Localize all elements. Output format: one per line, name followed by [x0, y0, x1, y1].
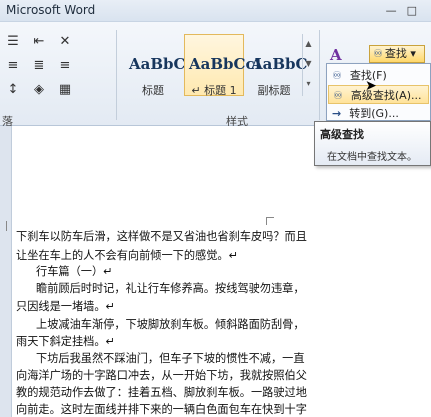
- vertical-ruler[interactable]: [0, 126, 12, 417]
- style-subtitle[interactable]: AaBbC 副标题: [246, 34, 307, 97]
- find-button-label: 查找: [384, 47, 407, 60]
- find-button[interactable]: ♾ 查找 ▾: [369, 45, 425, 63]
- tooltip-description: 在文档中查找文本。: [327, 152, 417, 163]
- shading-icon[interactable]: ◈: [30, 82, 48, 97]
- title-bar: Microsoft Word —□: [0, 0, 431, 22]
- margin-mark: [6, 221, 7, 231]
- align-left-icon[interactable]: ≡: [4, 58, 22, 73]
- binoculars-icon: ♾: [373, 47, 383, 60]
- maximize-icon[interactable]: □: [407, 4, 427, 17]
- doc-line[interactable]: 向前走。这时左面线并排下来的一辆白色面包车在快到十字: [16, 400, 426, 417]
- indent-icon[interactable]: ⇤: [30, 34, 48, 49]
- menu-item-label: 高级查找(A)...: [350, 89, 422, 102]
- binoculars-icon: ♾: [333, 89, 343, 102]
- tooltip-title: 高级查找: [320, 128, 364, 141]
- change-styles-icon[interactable]: A: [330, 46, 342, 64]
- list-icon[interactable]: ☰: [4, 34, 22, 49]
- style-name: 副标题: [257, 84, 291, 97]
- gallery-scroll[interactable]: ▲ ▼ ▾: [302, 34, 314, 96]
- line-spacing-icon[interactable]: ↕: [4, 82, 22, 97]
- margin-mark: [266, 217, 274, 218]
- doc-line[interactable]: 下刹车以防车后滑，这样做不是又省油也省刹车皮吗？而且: [16, 227, 426, 247]
- shading-toolbar-row: ↕ ◈ ▦: [4, 82, 82, 97]
- scroll-down-icon[interactable]: ▼: [303, 54, 314, 74]
- chevron-down-icon: ▾: [410, 47, 416, 60]
- group-divider: [116, 30, 117, 120]
- format-icon[interactable]: ✕: [56, 34, 74, 49]
- doc-line[interactable]: 只因线是一堵墙。↵: [16, 297, 426, 317]
- style-heading-1[interactable]: AaBbCcI ↵ 标题 1: [184, 34, 262, 97]
- style-name: ↵ 标题 1: [191, 84, 237, 97]
- minimize-icon[interactable]: —: [386, 4, 407, 17]
- tooltip: 高级查找 在文档中查找文本。: [314, 121, 431, 166]
- binoculars-icon: ♾: [332, 69, 342, 82]
- more-icon[interactable]: ▾: [303, 74, 314, 94]
- scroll-up-icon[interactable]: ▲: [303, 34, 314, 54]
- mouse-pointer-icon: ➤: [365, 78, 377, 94]
- find-dropdown-menu: ♾ 查找(F) ♾ 高级查找(A)... → 转到(G)...: [326, 63, 431, 121]
- style-sample: AaBbC: [251, 55, 308, 73]
- menu-item-label: 转到(G)...: [349, 107, 399, 120]
- menu-item-advanced-find[interactable]: ♾ 高级查找(A)...: [328, 85, 429, 104]
- arrow-icon: →: [332, 107, 342, 120]
- window-title: Microsoft Word: [6, 3, 96, 17]
- menu-item-find[interactable]: ♾ 查找(F): [328, 66, 429, 85]
- style-title[interactable]: AaBbC 标题: [124, 34, 186, 97]
- doc-line[interactable]: 瞻前顾后时时记，礼让行车修养高。按线驾驶勿违章，: [36, 279, 431, 299]
- style-name: 标题: [142, 84, 164, 97]
- window-controls[interactable]: —□: [386, 4, 427, 17]
- style-sample: AaBbC: [129, 55, 186, 73]
- font-toolbar-row: ☰ ⇤ ✕: [4, 34, 82, 49]
- border-icon[interactable]: ▦: [56, 82, 74, 97]
- align-center-icon[interactable]: ≣: [30, 58, 48, 73]
- group-divider: [319, 30, 320, 120]
- align-toolbar-row: ≡ ≣ ≡: [4, 58, 82, 73]
- align-right-icon[interactable]: ≡: [56, 58, 74, 73]
- margin-mark: [266, 217, 267, 225]
